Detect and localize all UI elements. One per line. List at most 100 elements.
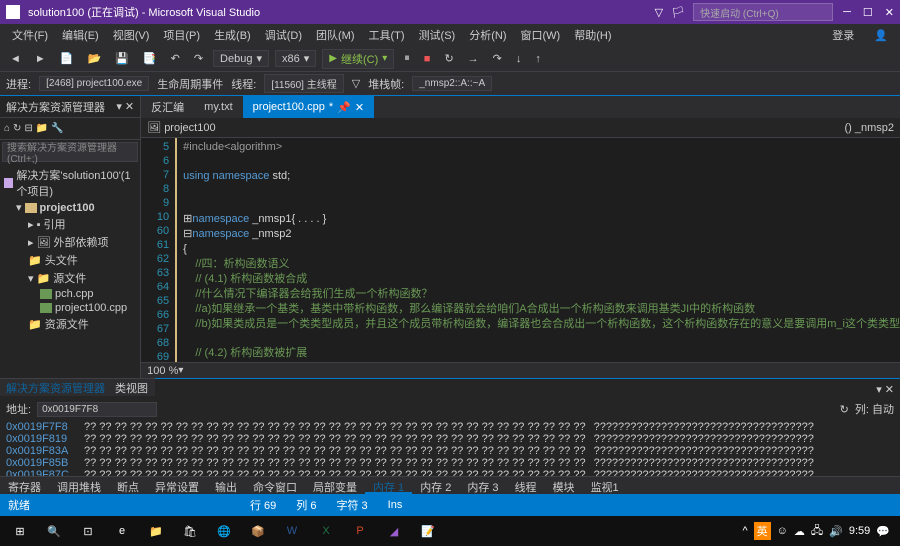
tab-callstack[interactable]: 调用堆栈 <box>49 477 109 494</box>
notes-icon[interactable]: 📝 <box>412 518 444 544</box>
tray-cloud-icon[interactable]: ☁ <box>794 525 805 538</box>
tab-project100[interactable]: project100.cpp*📌✕ <box>243 96 374 118</box>
stackframe-select[interactable]: _nmsp2::A::~A <box>412 76 492 91</box>
save-icon[interactable]: 💾 <box>111 50 133 67</box>
refs-node[interactable]: ▸ ▪ 引用 <box>4 215 136 233</box>
edge-icon[interactable]: e <box>106 518 138 544</box>
menu-help[interactable]: 帮助(H) <box>568 25 617 45</box>
menu-edit[interactable]: 编辑(E) <box>56 25 105 45</box>
project-node[interactable]: ▾project100 <box>4 200 136 215</box>
menu-analyze[interactable]: 分析(N) <box>463 25 512 45</box>
tab-mytxt[interactable]: my.txt <box>194 96 243 118</box>
ppt-icon[interactable]: P <box>344 518 376 544</box>
chrome-icon[interactable]: 🌐 <box>208 518 240 544</box>
tab-watch1[interactable]: 监视1 <box>583 477 627 494</box>
tray-vol-icon[interactable]: 🔊 <box>829 525 843 538</box>
save-all-icon[interactable]: 📑 <box>139 50 161 67</box>
sources-node[interactable]: ▾ 📁 源文件 <box>4 269 136 287</box>
tray-net-icon[interactable]: 🖧 <box>811 522 823 541</box>
word-icon[interactable]: W <box>276 518 308 544</box>
notif-icon[interactable]: 🏳 <box>671 6 685 19</box>
tray-up-icon[interactable]: ^ <box>743 525 748 537</box>
open-icon[interactable]: 📂 <box>83 50 105 67</box>
panel-menu-icon[interactable]: ▾ ✕ <box>116 100 134 113</box>
redo-icon[interactable]: ↷ <box>190 50 207 67</box>
lifecycle-label[interactable]: 生命周期事件 <box>157 76 223 92</box>
step-into-icon[interactable]: ↓ <box>512 51 526 67</box>
menu-project[interactable]: 项目(P) <box>157 25 206 45</box>
tab-output[interactable]: 输出 <box>207 477 245 494</box>
show-all-icon[interactable]: 📁 <box>36 123 48 134</box>
menu-file[interactable]: 文件(F) <box>6 25 54 45</box>
login-button[interactable]: 登录 <box>826 25 860 45</box>
ext-deps-node[interactable]: ▸ 🖼 外部依赖项 <box>4 233 136 251</box>
tab-breakpoints[interactable]: 断点 <box>109 477 147 494</box>
step-over-icon[interactable]: ↷ <box>489 50 506 67</box>
minimize-button[interactable]: ─ <box>843 6 851 19</box>
restart-icon[interactable]: ↻ <box>440 50 457 67</box>
pch-file[interactable]: pch.cpp <box>4 287 136 301</box>
solution-node[interactable]: 解决方案'solution100'(1 个项目) <box>4 166 136 200</box>
pause-icon[interactable]: ⏸ <box>400 50 414 67</box>
start-button[interactable]: ⊞ <box>4 518 36 544</box>
tab-mem1[interactable]: 内存 1 <box>365 477 412 494</box>
res-node[interactable]: 📁 资源文件 <box>4 315 136 333</box>
tab-exceptions[interactable]: 异常设置 <box>147 477 207 494</box>
refresh-icon[interactable]: ↻ <box>13 123 21 134</box>
config-select[interactable]: Debug▾ <box>213 50 269 67</box>
solution-search-input[interactable]: 搜索解决方案资源管理器(Ctrl+;) <box>2 142 138 162</box>
user-icon[interactable]: 👤 <box>868 27 894 44</box>
headers-node[interactable]: 📁 头文件 <box>4 251 136 269</box>
zoom-level[interactable]: 100 % <box>147 365 178 377</box>
filter-icon[interactable]: ▽ <box>352 77 360 90</box>
app-icon[interactable]: 📦 <box>242 518 274 544</box>
nav-back-icon[interactable]: ◄ <box>6 51 25 67</box>
maximize-button[interactable]: ☐ <box>863 6 873 19</box>
nav-fwd-icon[interactable]: ► <box>31 51 50 67</box>
code-area[interactable]: 5678910606162636465666768697071727374 #i… <box>141 138 900 362</box>
excel-icon[interactable]: X <box>310 518 342 544</box>
store-icon[interactable]: 🛍 <box>174 518 206 544</box>
process-select[interactable]: [2468] project100.exe <box>39 76 149 91</box>
refresh-mem-icon[interactable]: ↻ <box>840 403 849 416</box>
tab-mem2[interactable]: 内存 2 <box>412 477 459 494</box>
code-text[interactable]: #include<algorithm> using namespace std;… <box>175 138 900 362</box>
tray-time[interactable]: 9:59 <box>849 525 870 537</box>
properties-icon[interactable]: 🔧 <box>51 123 63 134</box>
search-icon[interactable]: 🔍 <box>38 518 70 544</box>
step-out-icon[interactable]: ↑ <box>531 51 545 67</box>
continue-button[interactable]: ▶ 继续(C) ▾ <box>322 49 394 69</box>
tab-modules[interactable]: 模块 <box>545 477 583 494</box>
close-button[interactable]: ✕ <box>885 6 894 19</box>
tab-threads[interactable]: 线程 <box>507 477 545 494</box>
pin-icon[interactable]: 📌 <box>337 101 351 114</box>
home-icon[interactable]: ⌂ <box>4 123 10 134</box>
tab-mem3[interactable]: 内存 3 <box>459 477 506 494</box>
cols-label[interactable]: 列: 自动 <box>855 401 894 417</box>
tray-notif-icon[interactable]: 💬 <box>876 525 890 538</box>
menu-debug[interactable]: 调试(D) <box>259 25 308 45</box>
new-icon[interactable]: 📄 <box>56 50 78 67</box>
menu-build[interactable]: 生成(B) <box>208 25 257 45</box>
tray-smile-icon[interactable]: ☺ <box>777 525 788 537</box>
tab-sln-explorer[interactable]: 解决方案资源管理器 <box>6 380 105 396</box>
vs-icon[interactable]: ◢ <box>378 518 410 544</box>
tab-disasm[interactable]: 反汇编 <box>141 96 194 118</box>
taskview-icon[interactable]: ⊡ <box>72 518 104 544</box>
memory-view[interactable]: 0x0019F7F8?? ?? ?? ?? ?? ?? ?? ?? ?? ?? … <box>0 419 900 476</box>
stop-icon[interactable]: ■ <box>420 51 435 67</box>
menu-tools[interactable]: 工具(T) <box>363 25 411 45</box>
menu-window[interactable]: 窗口(W) <box>515 25 567 45</box>
undo-icon[interactable]: ↶ <box>167 50 184 67</box>
addr-input[interactable] <box>37 402 157 417</box>
collapse-icon[interactable]: ⊟ <box>24 123 32 134</box>
menu-view[interactable]: 视图(V) <box>107 25 156 45</box>
quick-launch-input[interactable]: 快速启动 (Ctrl+Q) <box>693 3 833 21</box>
context-project[interactable]: 🖼 project100 <box>147 121 215 134</box>
menu-test[interactable]: 测试(S) <box>413 25 462 45</box>
context-scope[interactable]: () _nmsp2 <box>844 122 894 134</box>
explorer-icon[interactable]: 📁 <box>140 518 172 544</box>
platform-select[interactable]: x86▾ <box>275 50 316 67</box>
tab-registers[interactable]: 寄存器 <box>0 477 49 494</box>
thread-select[interactable]: [11560] 主线程 <box>264 74 343 93</box>
